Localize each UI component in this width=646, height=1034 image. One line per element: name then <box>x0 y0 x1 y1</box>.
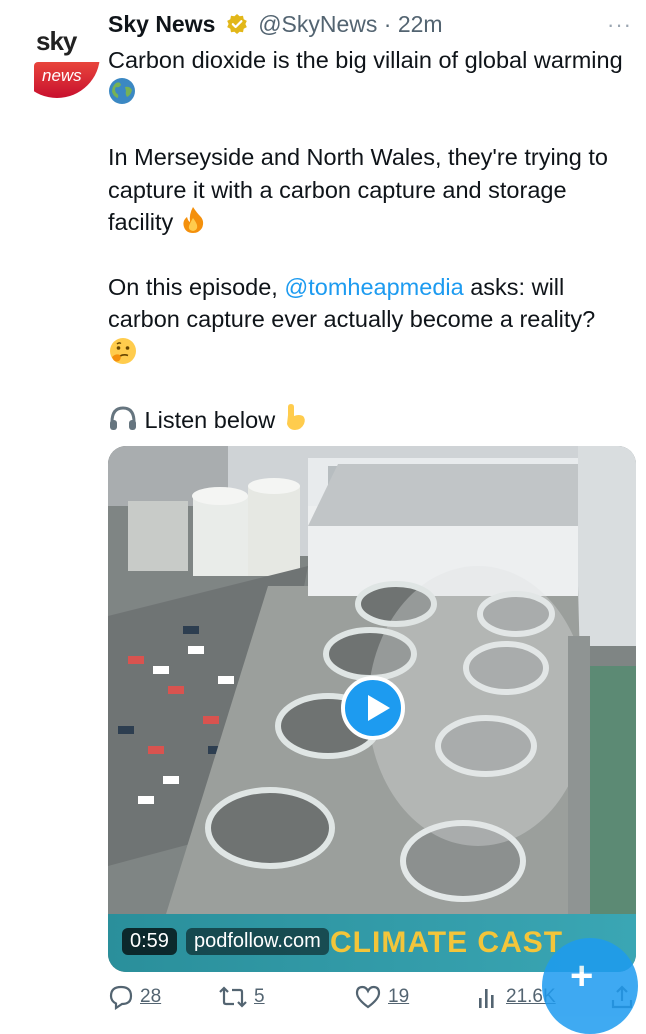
retweet-button[interactable]: 5 <box>218 984 265 1010</box>
heart-icon <box>355 985 381 1009</box>
tweet-paragraph-1: Carbon dioxide is the big villain of glo… <box>108 47 623 73</box>
headphones-icon <box>110 406 136 430</box>
tweet-paragraph: On this episode, @tomheapmedia asks: wil… <box>108 271 638 371</box>
tweet-paragraph: In Merseyside and North Wales, they're t… <box>108 141 638 239</box>
more-options-icon[interactable]: ··· <box>607 12 632 38</box>
avatar-logo-news-box: news <box>34 62 100 98</box>
avatar-logo-news: news <box>42 66 82 85</box>
pointing-down-icon <box>286 404 305 430</box>
play-button[interactable] <box>341 676 405 740</box>
tweet-paragraph: Listen below <box>108 402 638 437</box>
video-media[interactable]: CLIMATE CAST 0:59 podfollow.com <box>108 446 636 972</box>
compose-fab-button[interactable]: + <box>542 938 638 1034</box>
tweet-time[interactable]: 22m <box>398 11 443 37</box>
author-name[interactable]: Sky News <box>108 11 215 37</box>
avatar-logo-sky: sky <box>36 26 77 56</box>
views-icon <box>479 989 494 1008</box>
like-count: 19 <box>388 986 410 1007</box>
video-banner-text: CLIMATE CAST <box>330 926 564 959</box>
reply-icon <box>109 985 133 1010</box>
fire-icon <box>183 207 203 233</box>
video-duration: 0:59 <box>122 928 177 955</box>
verified-badge-icon <box>226 14 247 34</box>
globe-icon <box>109 77 135 104</box>
plus-icon: + <box>570 954 594 998</box>
author-handle[interactable]: @SkyNews <box>258 11 377 37</box>
tweet-header: Sky News @SkyNews · 22m <box>108 10 443 38</box>
reply-button[interactable]: 28 <box>108 984 161 1010</box>
thinking-face-icon <box>110 337 136 364</box>
reply-count: 28 <box>140 986 162 1007</box>
mention-link[interactable]: @tomheapmedia <box>284 274 463 300</box>
tweet-paragraph-4: Listen below <box>144 407 276 433</box>
tweet-text: Carbon dioxide is the big villain of glo… <box>108 44 638 469</box>
tweet-paragraph-3-start: On this episode, <box>108 273 285 300</box>
time-separator: · <box>383 11 392 37</box>
retweet-count: 5 <box>254 986 265 1007</box>
video-watermark: podfollow.com <box>186 928 329 955</box>
tweet-paragraph: Carbon dioxide is the big villain of glo… <box>108 44 638 109</box>
avatar[interactable]: sky news <box>14 12 100 98</box>
retweet-icon <box>219 986 247 1008</box>
like-button[interactable]: 19 <box>354 984 409 1010</box>
